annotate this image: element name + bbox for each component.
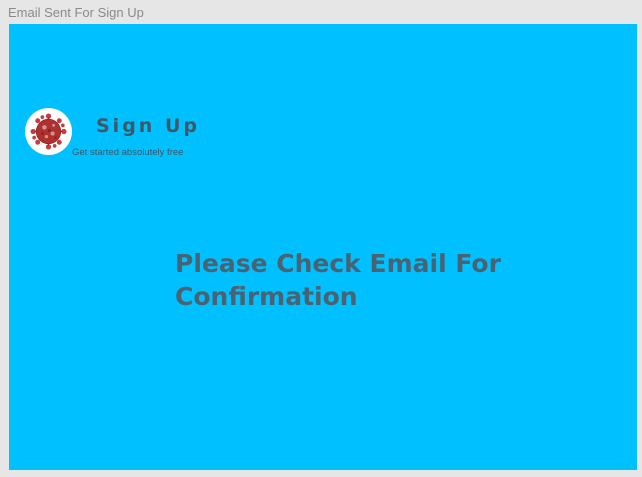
frame-title: Email Sent For Sign Up: [8, 5, 144, 20]
artboard: Sign Up Get started absolutely free Plea…: [9, 24, 637, 470]
page-subtitle: Get started absolutely free: [72, 147, 184, 158]
page-title: Sign Up: [96, 115, 200, 137]
virus-icon: [30, 113, 67, 150]
confirmation-message: Please Check Email For Confirmation: [175, 249, 501, 311]
logo: [25, 108, 72, 155]
